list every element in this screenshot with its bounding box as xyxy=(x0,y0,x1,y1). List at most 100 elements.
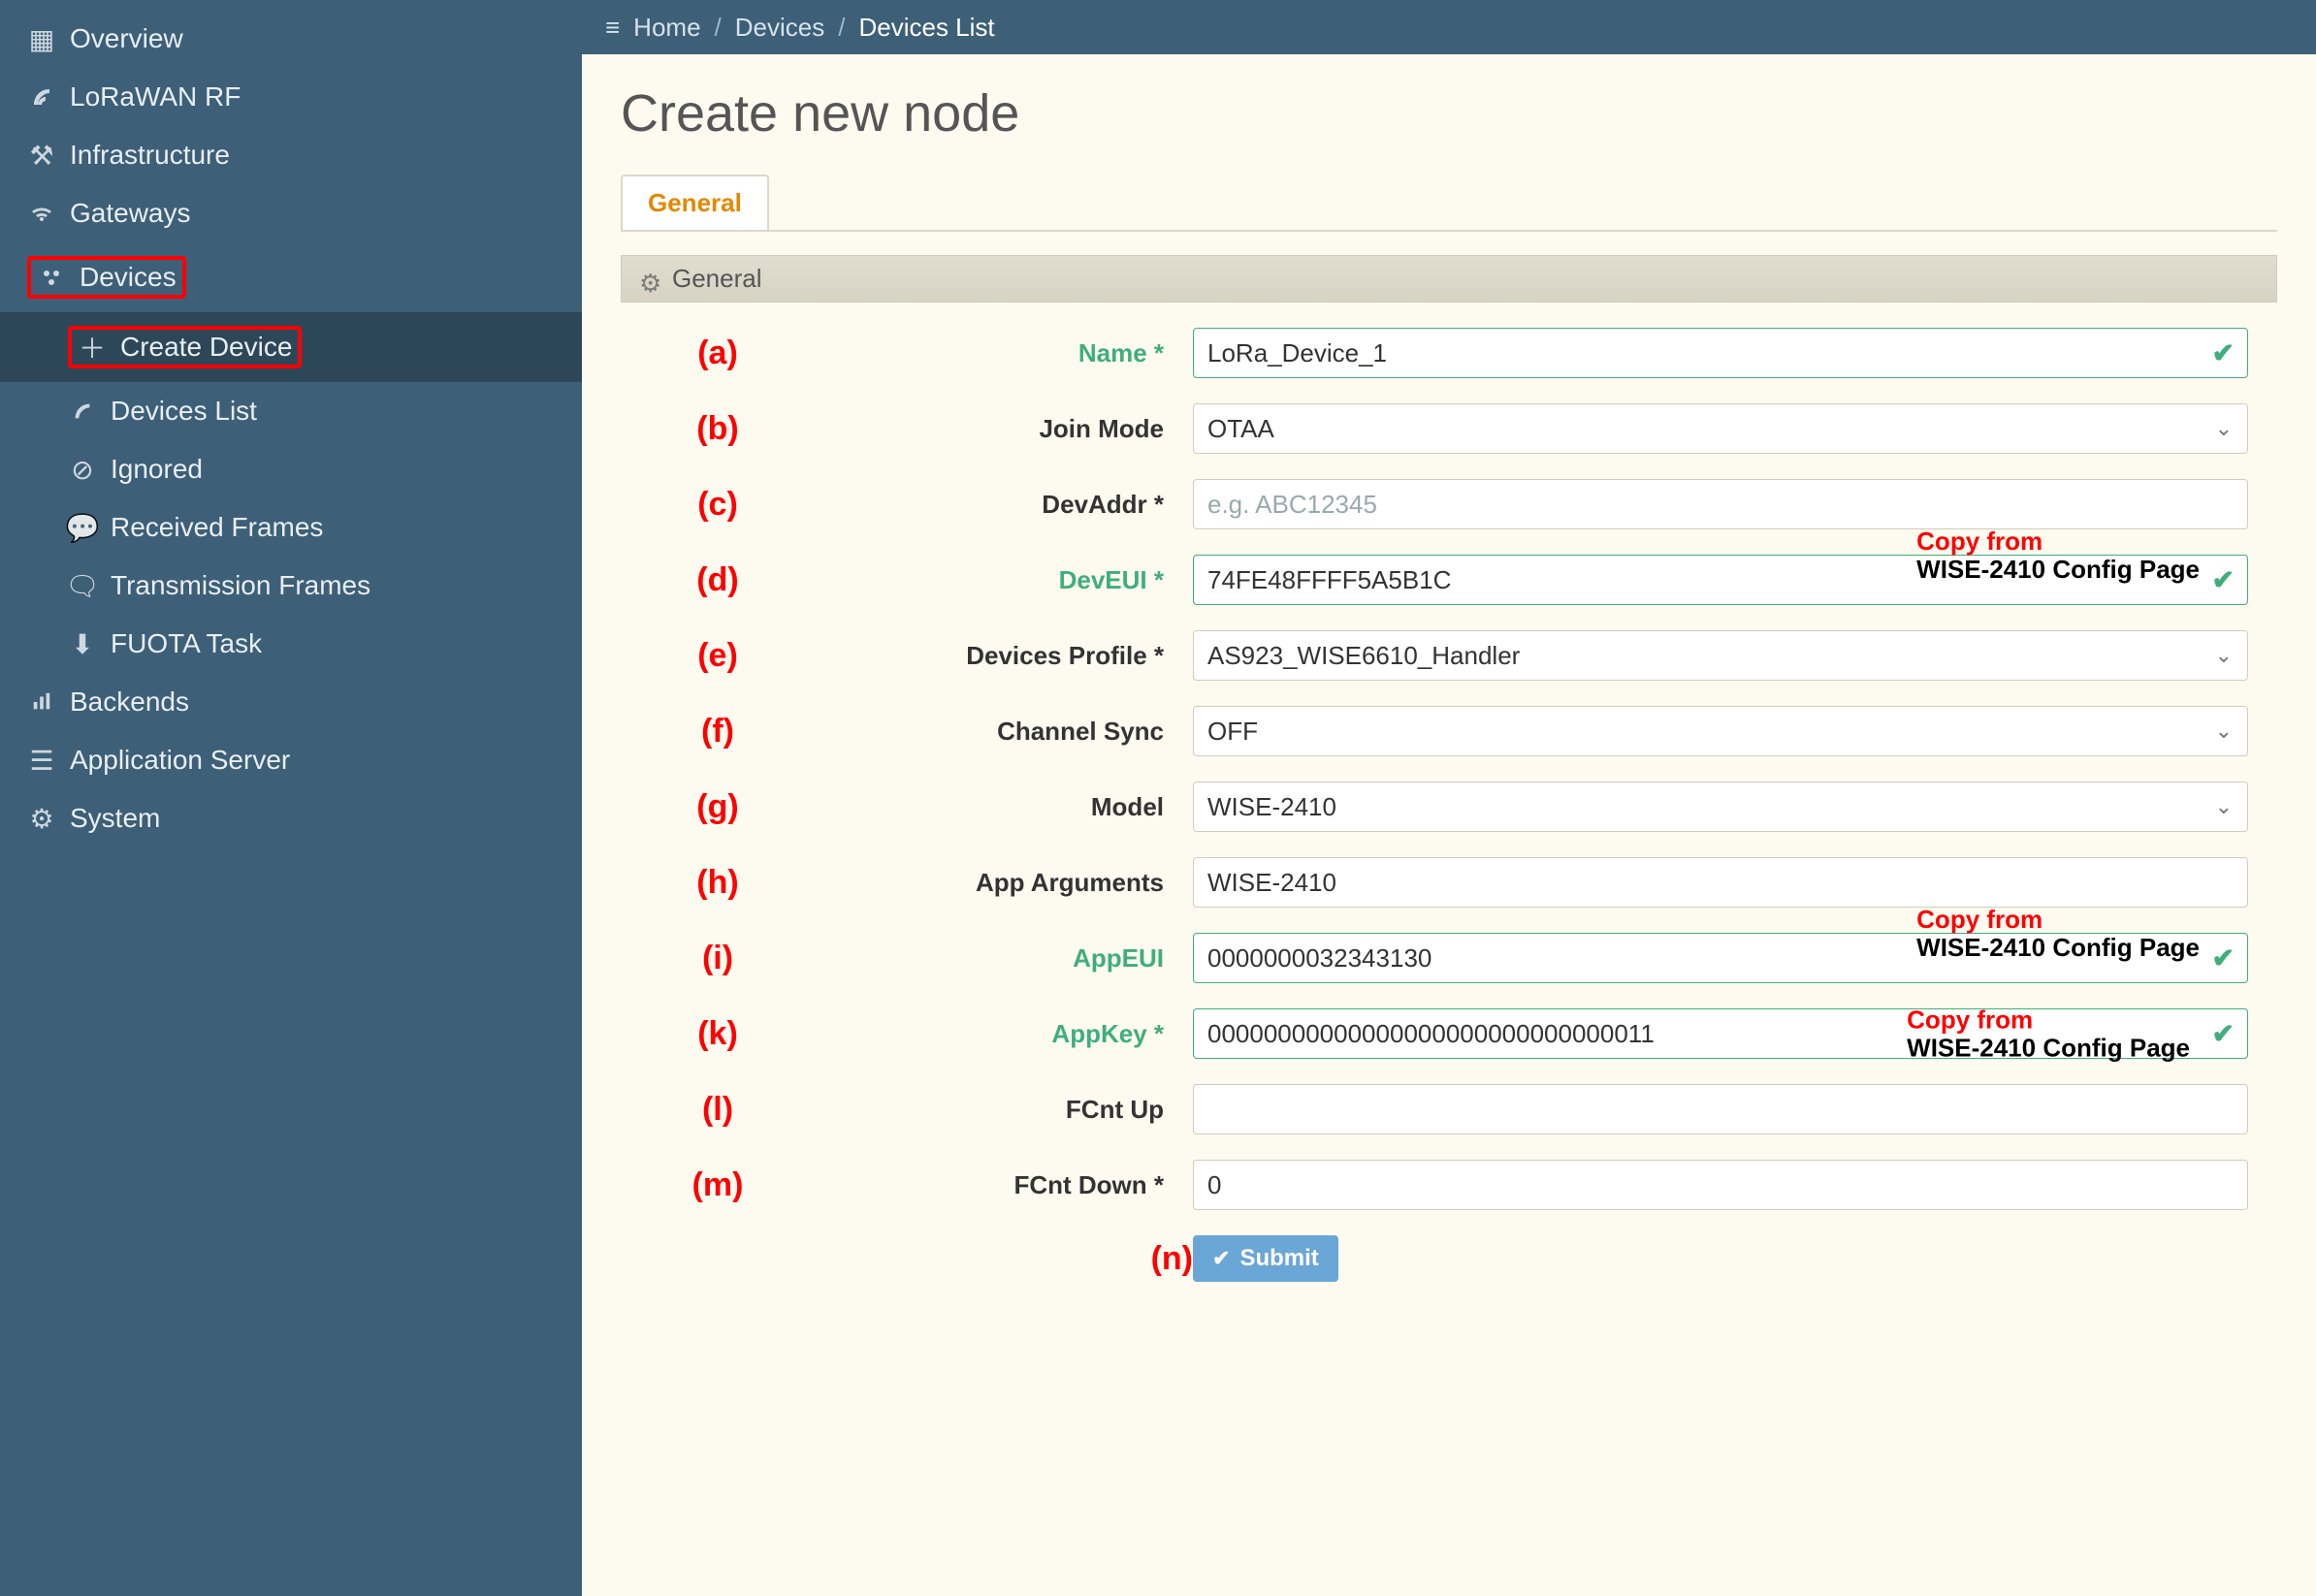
annotation-g: (g) xyxy=(650,788,786,826)
check-icon: ✔ xyxy=(1212,1246,1230,1271)
wifi-icon xyxy=(27,199,56,228)
signal-icon xyxy=(68,397,97,426)
label-deveui: DevEUI * xyxy=(786,565,1193,595)
model-select[interactable]: WISE-2410 xyxy=(1193,782,2248,832)
label-devaddr: DevAddr * xyxy=(786,490,1193,520)
sidebar-item-devices[interactable]: Devices xyxy=(0,242,582,312)
label-join-mode: Join Mode xyxy=(786,414,1193,444)
sidebar: ▦ Overview LoRaWAN RF ⚒ Infrastructure G… xyxy=(0,0,582,1596)
crumb-devices[interactable]: Devices xyxy=(735,13,824,43)
tab-row: General xyxy=(621,175,2277,232)
panel-header-label: General xyxy=(672,264,762,294)
sidebar-item-label: FUOTA Task xyxy=(111,628,262,659)
submit-button[interactable]: ✔ Submit xyxy=(1193,1235,1338,1282)
app-arguments-input[interactable] xyxy=(1193,857,2248,908)
profile-select[interactable]: AS923_WISE6610_Handler xyxy=(1193,630,2248,681)
sidebar-item-label: Devices List xyxy=(111,396,257,427)
gear-icon: ⚙ xyxy=(639,269,660,290)
check-icon: ✔ xyxy=(2212,942,2235,974)
deveui-input[interactable] xyxy=(1193,555,2248,605)
sidebar-item-label: Infrastructure xyxy=(70,140,230,171)
label-fcnt-up: FCnt Up xyxy=(786,1095,1193,1125)
annotation-k: (k) xyxy=(650,1015,786,1053)
sidebar-sub-create-device[interactable]: ＋ Create Device xyxy=(0,312,582,382)
annotation-i: (i) xyxy=(650,940,786,977)
sidebar-item-label: Create Device xyxy=(120,332,292,363)
annotation-e: (e) xyxy=(650,637,786,675)
tab-general[interactable]: General xyxy=(621,175,769,230)
sidebar-item-label: System xyxy=(70,803,160,834)
form-general: (a) Name * ✔ (b) Join Mode OTAA xyxy=(621,303,2277,1346)
sidebar-item-label: Overview xyxy=(70,23,183,54)
sidebar-item-system[interactable]: ⚙ System xyxy=(0,789,582,847)
annotation-l: (l) xyxy=(650,1091,786,1129)
sidebar-item-label: Devices xyxy=(80,262,177,293)
crumb-sep: / xyxy=(715,13,722,43)
chat-icon: 🗨 xyxy=(68,571,97,600)
appkey-input[interactable] xyxy=(1193,1008,2248,1059)
main-area: ≡ Home / Devices / Devices List Create n… xyxy=(582,0,2316,1596)
download-icon: ⬇ xyxy=(68,629,97,658)
label-profile: Devices Profile * xyxy=(786,641,1193,671)
sidebar-item-label: Ignored xyxy=(111,454,203,485)
check-icon: ✔ xyxy=(2212,564,2235,596)
signal-icon xyxy=(27,82,56,112)
gear-icon: ⚙ xyxy=(27,804,56,833)
ban-icon: ⊘ xyxy=(68,455,97,484)
fcnt-down-input[interactable] xyxy=(1193,1160,2248,1210)
annotation-f: (f) xyxy=(650,713,786,750)
sidebar-sub-fuota-task[interactable]: ⬇ FUOTA Task xyxy=(0,615,582,673)
page-title: Create new node xyxy=(621,83,2277,144)
sidebar-sub-received-frames[interactable]: 💬 Received Frames xyxy=(0,498,582,557)
sidebar-item-infrastructure[interactable]: ⚒ Infrastructure xyxy=(0,126,582,184)
label-app-arguments: App Arguments xyxy=(786,868,1193,898)
annotation-m: (m) xyxy=(650,1166,786,1204)
label-name: Name * xyxy=(786,338,1193,368)
breadcrumb: ≡ Home / Devices / Devices List xyxy=(582,0,2316,54)
annotation-c: (c) xyxy=(650,486,786,524)
sidebar-item-label: Gateways xyxy=(70,198,191,229)
sidebar-item-label: Backends xyxy=(70,686,189,718)
sidebar-item-gateways[interactable]: Gateways xyxy=(0,184,582,242)
check-icon: ✔ xyxy=(2212,1018,2235,1050)
crumb-devices-list[interactable]: Devices List xyxy=(858,13,994,43)
sidebar-item-backends[interactable]: Backends xyxy=(0,673,582,731)
name-input[interactable] xyxy=(1193,328,2248,378)
chart-icon xyxy=(27,687,56,717)
annotation-b: (b) xyxy=(650,410,786,448)
appeui-input[interactable] xyxy=(1193,933,2248,983)
annotation-a: (a) xyxy=(650,335,786,372)
sidebar-sub-transmission-frames[interactable]: 🗨 Transmission Frames xyxy=(0,557,582,615)
sidebar-item-lorawan-rf[interactable]: LoRaWAN RF xyxy=(0,68,582,126)
submit-label: Submit xyxy=(1239,1245,1318,1272)
check-icon: ✔ xyxy=(2212,337,2235,369)
sidebar-sub-ignored[interactable]: ⊘ Ignored xyxy=(0,440,582,498)
comments-icon: 💬 xyxy=(68,513,97,542)
sidebar-item-overview[interactable]: ▦ Overview xyxy=(0,10,582,68)
annotation-h: (h) xyxy=(650,864,786,902)
list-icon: ☰ xyxy=(27,746,56,775)
label-appkey: AppKey * xyxy=(786,1019,1193,1049)
sidebar-item-label: Transmission Frames xyxy=(111,570,370,601)
sidebar-item-application-server[interactable]: ☰ Application Server xyxy=(0,731,582,789)
sitemap-icon: ⚒ xyxy=(27,141,56,170)
label-appeui: AppEUI xyxy=(786,943,1193,974)
dashboard-icon: ▦ xyxy=(27,24,56,53)
menu-icon[interactable]: ≡ xyxy=(605,13,620,43)
channel-sync-select[interactable]: OFF xyxy=(1193,706,2248,756)
label-model: Model xyxy=(786,792,1193,822)
panel-header-general: ⚙ General xyxy=(621,255,2277,303)
crumb-sep: / xyxy=(838,13,845,43)
annotation-n: (n) xyxy=(650,1240,1193,1278)
sidebar-sub-devices-list[interactable]: Devices List xyxy=(0,382,582,440)
sidebar-item-label: Received Frames xyxy=(111,512,323,543)
devices-icon xyxy=(37,263,66,292)
plus-icon: ＋ xyxy=(78,333,107,362)
devaddr-input[interactable] xyxy=(1193,479,2248,529)
join-mode-select[interactable]: OTAA xyxy=(1193,403,2248,454)
annotation-d: (d) xyxy=(650,561,786,599)
fcnt-up-input[interactable] xyxy=(1193,1084,2248,1134)
label-fcnt-down: FCnt Down * xyxy=(786,1170,1193,1200)
crumb-home[interactable]: Home xyxy=(633,13,700,43)
sidebar-item-label: Application Server xyxy=(70,745,290,776)
